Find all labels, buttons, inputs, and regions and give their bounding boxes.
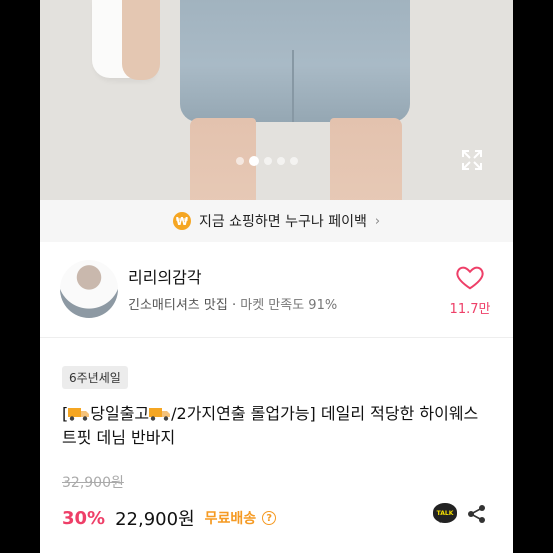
carousel-dot[interactable] — [264, 157, 272, 165]
store-row[interactable]: 리리의감각 긴소매티셔츠 맛집 · 마켓 만족도 91% 11.7만 — [40, 242, 513, 338]
carousel-dot[interactable] — [236, 157, 244, 165]
sale-badge: 6주년세일 — [62, 366, 128, 389]
title-same-day: 당일출고 — [90, 404, 150, 423]
store-name[interactable]: 리리의감각 — [128, 264, 202, 288]
store-tagline: 긴소매티셔츠 맛집 — [128, 298, 228, 313]
truck-icon — [149, 408, 171, 421]
product-page: ₩ 지금 쇼핑하면 누구나 페이백 › 리리의감각 긴소매티셔츠 맛집 · 마켓… — [40, 0, 513, 553]
payback-banner[interactable]: ₩ 지금 쇼핑하면 누구나 페이백 › — [40, 200, 513, 242]
store-avatar[interactable] — [60, 260, 118, 318]
shorts-seam — [292, 50, 294, 122]
product-image[interactable] — [40, 0, 513, 200]
store-info: 긴소매티셔츠 맛집 · 마켓 만족도 91% — [128, 294, 337, 313]
price-row: 30% 22,900원 무료배송 ? — [62, 505, 277, 531]
kakao-talk-icon[interactable]: TALK — [433, 503, 457, 523]
original-price: 32,900원 — [62, 475, 124, 491]
discount-rate: 30% — [62, 507, 106, 529]
share-icon[interactable] — [466, 503, 488, 525]
truck-icon — [68, 408, 90, 421]
store-satisfaction: 마켓 만족도 91% — [240, 298, 338, 313]
heart-icon[interactable] — [455, 262, 485, 292]
separator: · — [231, 298, 237, 313]
carousel-indicator — [236, 156, 298, 166]
carousel-dot-active[interactable] — [249, 156, 259, 166]
denim-shorts-illustration — [180, 0, 410, 122]
right-leg-illustration — [330, 118, 402, 200]
coin-icon: ₩ — [172, 212, 191, 230]
chevron-right-icon: › — [374, 213, 381, 229]
free-shipping: 무료배송 — [204, 511, 257, 527]
info-icon[interactable]: ? — [262, 511, 277, 525]
carousel-dot[interactable] — [277, 157, 285, 165]
carousel-dot[interactable] — [290, 157, 298, 165]
sale-price: 22,900원 — [115, 509, 195, 530]
arm-illustration — [122, 0, 160, 80]
payback-text: 지금 쇼핑하면 누구나 페이백 — [198, 214, 367, 230]
product-title: [당일출고/2가지연출 롤업가능] 데일리 적당한 하이웨스트핏 데님 반바지 — [62, 402, 492, 450]
expand-icon[interactable] — [460, 148, 484, 172]
like-count: 11.7만 — [449, 302, 491, 317]
